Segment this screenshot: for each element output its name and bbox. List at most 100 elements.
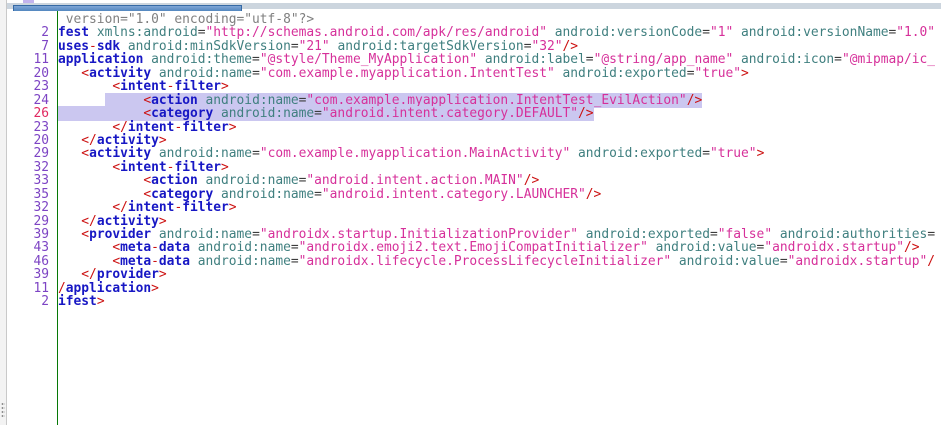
code-token: = xyxy=(252,146,260,161)
code-token: = xyxy=(927,227,935,242)
code-token: android:versionName xyxy=(741,25,888,40)
code-token: filter xyxy=(182,120,229,135)
code-line[interactable]: </intent-filter> xyxy=(58,201,941,214)
code-line[interactable]: </activity> xyxy=(58,134,941,147)
code-token: = xyxy=(780,254,788,269)
code-token: android:exported xyxy=(563,66,687,81)
line-number: 39 xyxy=(7,228,57,241)
code-line[interactable]: </provider> xyxy=(58,268,941,281)
code-token: android:value xyxy=(679,254,780,269)
code-token: android:name xyxy=(198,254,291,269)
code-token: "true" xyxy=(694,66,741,81)
code-token: intent xyxy=(120,79,167,94)
code-token: = xyxy=(702,146,710,161)
line-number xyxy=(7,13,57,26)
line-number: 33 xyxy=(7,174,57,187)
code-viewer: 271120232426232029323335322939434639112 … xyxy=(0,0,941,425)
code-line[interactable]: /application> xyxy=(58,282,941,295)
code-line[interactable]: <intent-filter> xyxy=(58,161,941,174)
code-token: / xyxy=(927,254,935,269)
line-number: 11 xyxy=(7,282,57,295)
code-token: android:icon xyxy=(741,52,834,67)
code-token: "android.intent.category.LAUNCHER" xyxy=(322,187,586,202)
code-token xyxy=(555,66,563,81)
line-number: 20 xyxy=(7,134,57,147)
line-number: 11 xyxy=(7,53,57,66)
code-token: filter xyxy=(182,200,229,215)
code-line[interactable]: <category android:name="android.intent.c… xyxy=(58,107,941,120)
horizontal-scrollbar[interactable] xyxy=(7,3,941,9)
code-token: > xyxy=(229,200,237,215)
code-token xyxy=(733,25,741,40)
code-line[interactable]: <action android:name="com.example.myappl… xyxy=(58,94,941,107)
line-number: 32 xyxy=(7,161,57,174)
code-token: > xyxy=(229,120,237,135)
code-token: > xyxy=(151,281,159,296)
code-token: "com.example.myapplication.IntentTest" xyxy=(260,66,555,81)
line-number: 35 xyxy=(7,188,57,201)
line-number: 7 xyxy=(7,40,57,53)
code-token: > xyxy=(741,66,749,81)
code-line[interactable]: version="1.0" encoding="utf-8"?> xyxy=(58,13,941,26)
code-line[interactable]: <meta-data android:name="androidx.lifecy… xyxy=(58,255,941,268)
code-token: "androidx.lifecycle.ProcessLifecycleInit… xyxy=(299,254,672,269)
line-number: 32 xyxy=(7,201,57,214)
code-line[interactable]: uses-sdk android:minSdkVersion="21" andr… xyxy=(58,40,941,53)
code-token: = xyxy=(834,52,842,67)
code-line[interactable]: <category android:name="android.intent.c… xyxy=(58,188,941,201)
code-token: "@mipmap/ic_ xyxy=(842,52,935,67)
line-number: 29 xyxy=(7,215,57,228)
code-line[interactable]: </activity> xyxy=(58,215,941,228)
panel-splitter[interactable] xyxy=(0,0,7,425)
splitter-grip-icon[interactable] xyxy=(1,402,5,418)
line-number: 23 xyxy=(7,121,57,134)
code-line[interactable]: <intent-filter> xyxy=(58,80,941,93)
code-line[interactable]: fest xmlns:android="http://schemas.andro… xyxy=(58,26,941,39)
code-line[interactable]: <meta-data android:name="androidx.emoji2… xyxy=(58,241,941,254)
code-token: > xyxy=(221,79,229,94)
line-number: 43 xyxy=(7,241,57,254)
code-token xyxy=(671,254,679,269)
code-token: "true" xyxy=(710,146,757,161)
code-area[interactable]: version="1.0" encoding="utf-8"?>fest xml… xyxy=(58,11,941,425)
line-number: 39 xyxy=(7,268,57,281)
line-number: 26 xyxy=(7,107,57,120)
code-token xyxy=(570,146,578,161)
code-line[interactable]: application android:theme="@style/Theme_… xyxy=(58,53,941,66)
code-token: "1" xyxy=(710,25,733,40)
code-token: "com.example.myapplication.MainActivity" xyxy=(260,146,570,161)
code-line[interactable]: </intent-filter> xyxy=(58,121,941,134)
code-token: /> xyxy=(687,93,703,108)
line-number-gutter: 271120232426232029323335322939434639112 xyxy=(7,11,58,425)
code-token: /> xyxy=(586,187,602,202)
code-token: > xyxy=(97,294,105,309)
line-number: 46 xyxy=(7,255,57,268)
line-number: 29 xyxy=(7,147,57,160)
code-token: > xyxy=(159,267,167,282)
code-token: = xyxy=(314,106,322,121)
code-token: = xyxy=(314,187,322,202)
code-token xyxy=(190,254,198,269)
code-token: = xyxy=(702,25,710,40)
line-number: 24 xyxy=(7,94,57,107)
code-token: android:exported xyxy=(578,146,702,161)
line-number: 20 xyxy=(7,67,57,80)
code-token: < xyxy=(112,79,120,94)
code-token: ifest xyxy=(58,294,97,309)
line-number: 2 xyxy=(7,26,57,39)
code-line[interactable]: <activity android:name="com.example.myap… xyxy=(58,147,941,160)
code-line[interactable]: <action android:name="android.intent.act… xyxy=(58,174,941,187)
code-token: = xyxy=(291,254,299,269)
code-line[interactable]: <provider android:name="androidx.startup… xyxy=(58,228,941,241)
code-line[interactable]: <activity android:name="com.example.myap… xyxy=(58,67,941,80)
code-token: filter xyxy=(174,79,221,94)
line-number: 2 xyxy=(7,295,57,308)
code-token: "androidx.startup" xyxy=(788,254,928,269)
code-token: /> xyxy=(578,106,594,121)
code-token: > xyxy=(757,146,765,161)
line-number: 23 xyxy=(7,80,57,93)
code-token: = xyxy=(252,66,260,81)
code-token: "1.0" xyxy=(896,25,935,40)
code-line[interactable]: ifest> xyxy=(58,295,941,308)
code-token: "android.intent.category.DEFAULT" xyxy=(322,106,578,121)
